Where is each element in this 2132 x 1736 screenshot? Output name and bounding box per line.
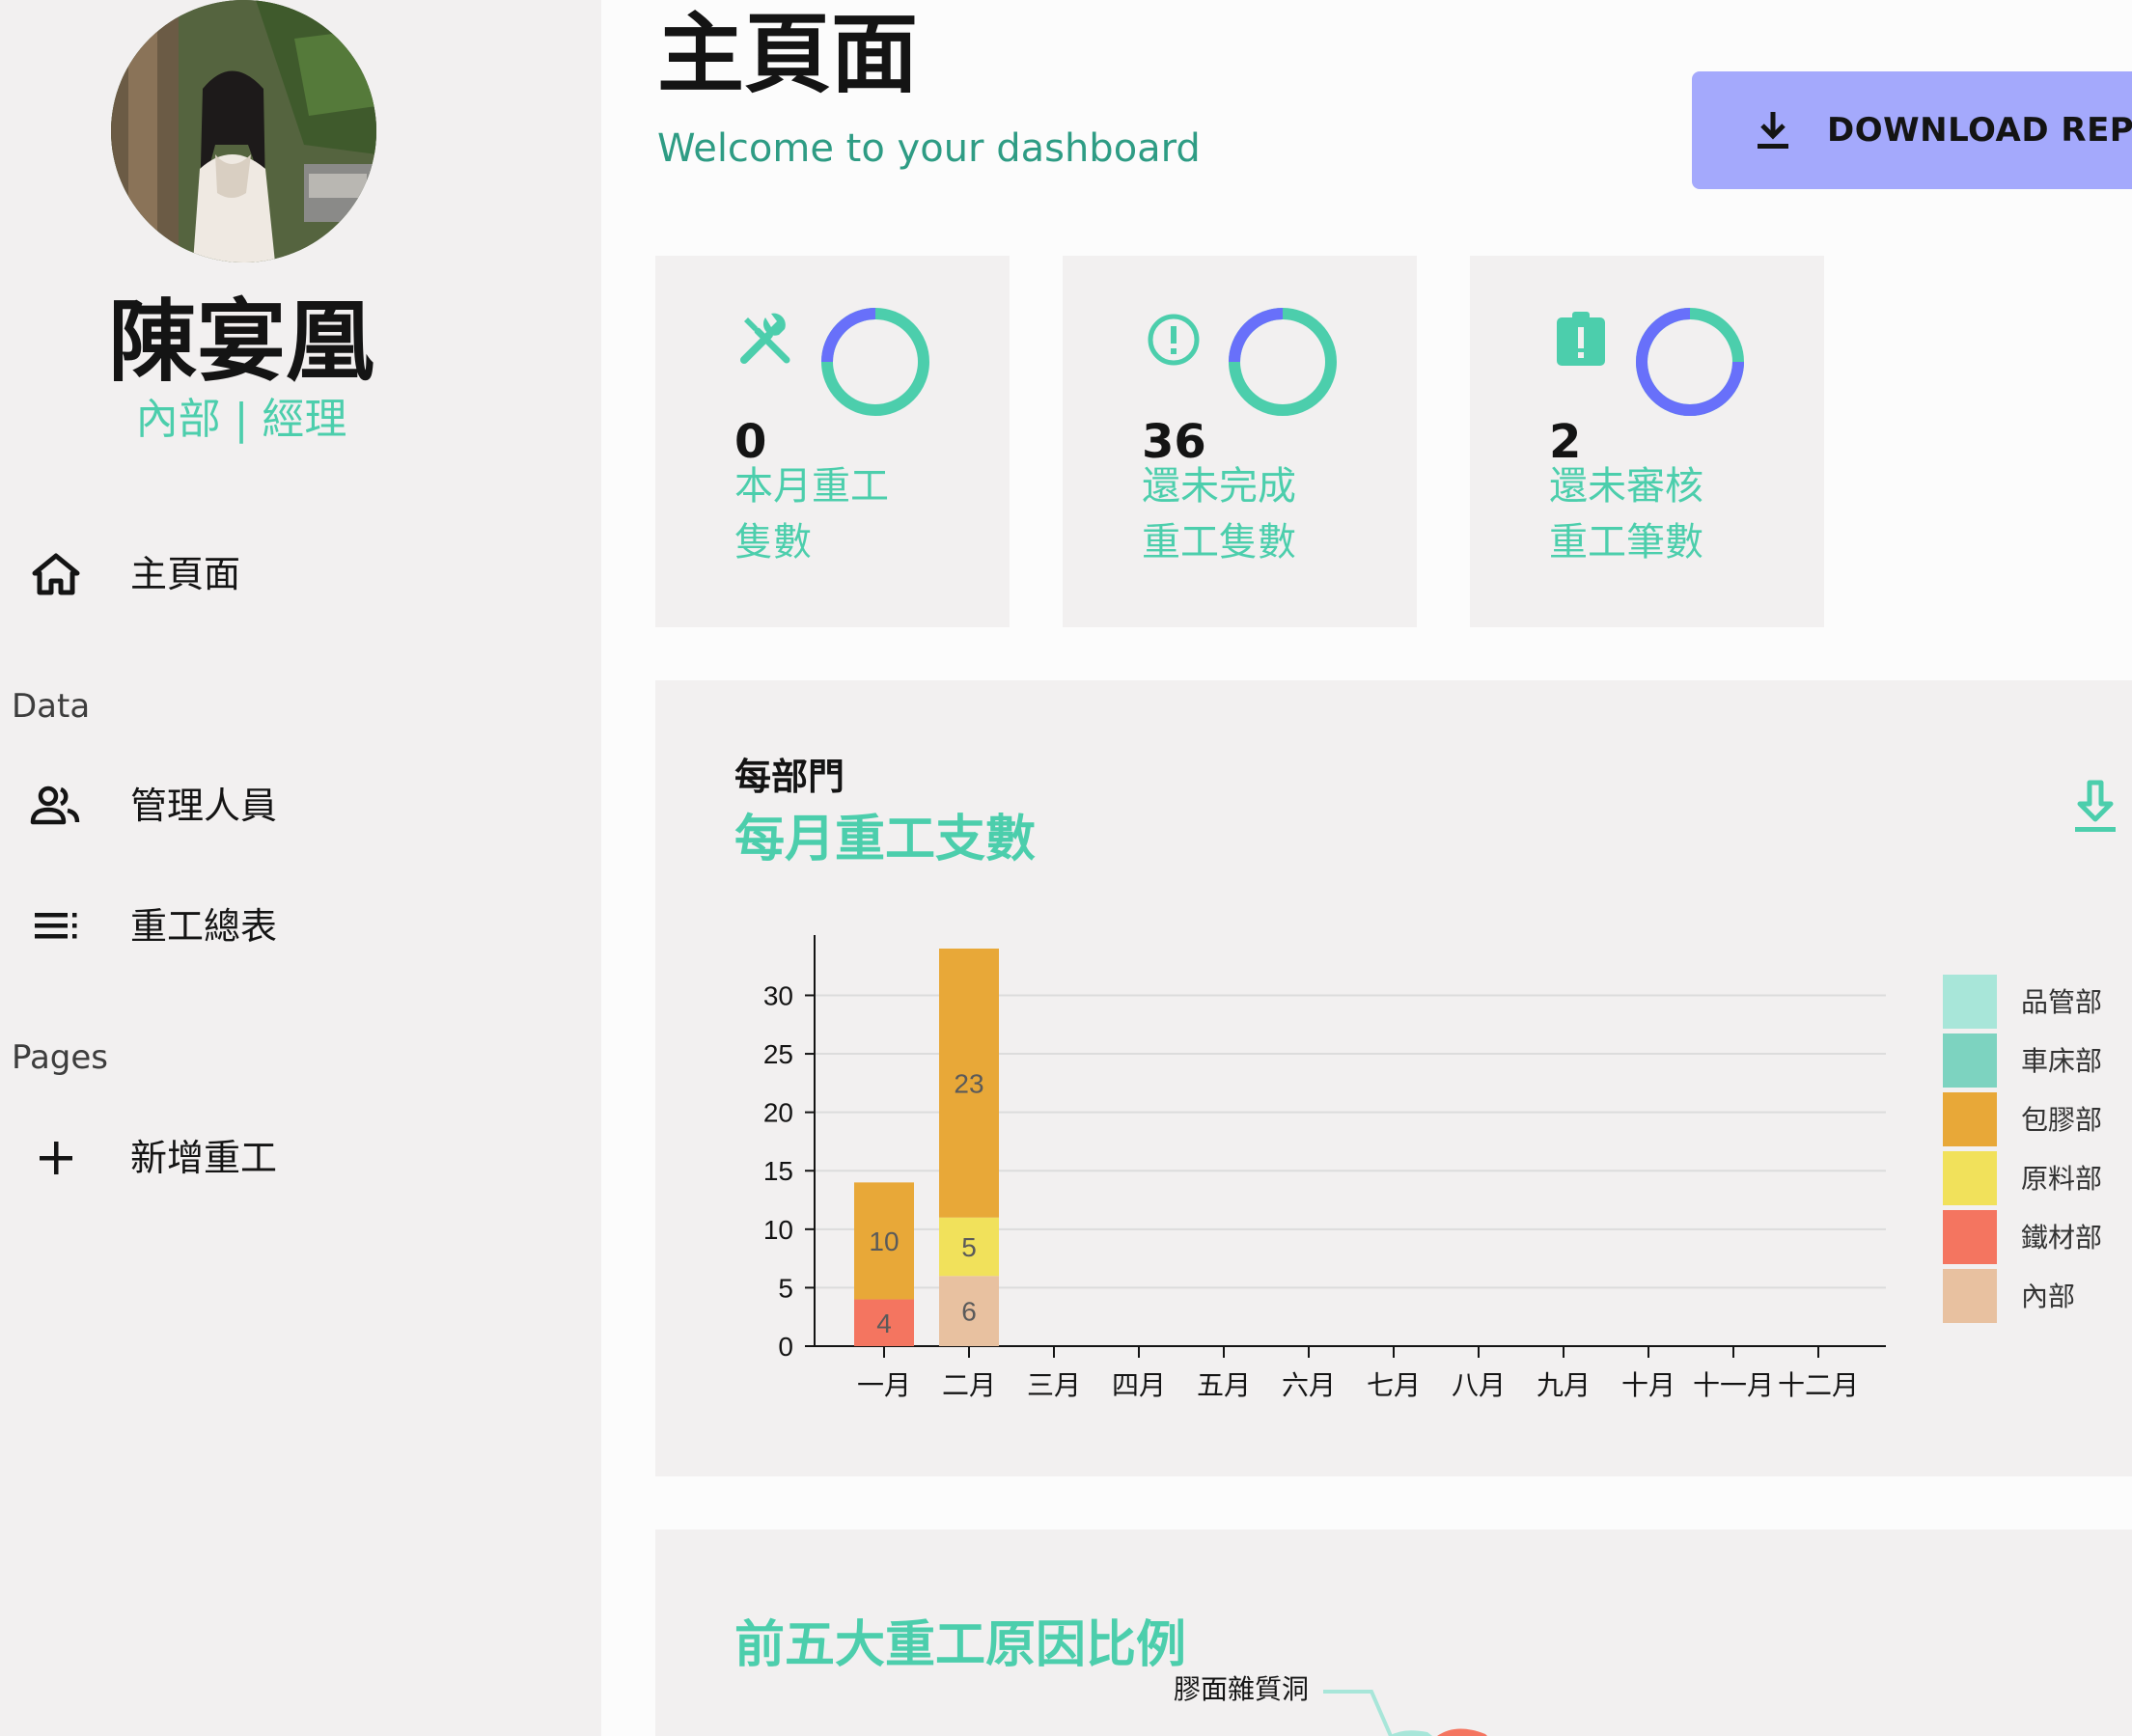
y-tick-label: 10 [763, 1215, 793, 1245]
nav-label-add-rework: 新增重工 [130, 1137, 278, 1179]
nav-item-rework-table[interactable]: 重工總表 [0, 883, 601, 970]
legend-label: 品管部 [2021, 987, 2102, 1017]
legend-label: 車床部 [2021, 1046, 2102, 1076]
x-tick-label: 四月 [1112, 1370, 1166, 1400]
x-tick-label: 二月 [942, 1370, 996, 1400]
y-tick-label: 25 [763, 1039, 793, 1069]
legend-label: 內部 [2021, 1281, 2075, 1311]
x-tick-label: 九月 [1537, 1370, 1591, 1400]
y-tick-label: 30 [763, 980, 793, 1010]
stat-card-unfinished-rework: 36 還未完成 重工隻數 [1063, 256, 1417, 627]
stat-label-line: 重工隻數 [1142, 520, 1296, 565]
pie-label-connector [1323, 1690, 1393, 1736]
home-icon [32, 553, 80, 595]
bar-value-label: 6 [961, 1297, 977, 1327]
list-icon [35, 913, 77, 939]
bar-chart-panel: 每部門 每月重工支數 0 5 10 15 20 25 30 一月 4 10 二月 6 5 23 三月 四月 五月… [655, 680, 2132, 1476]
bar-value-label: 23 [954, 1068, 983, 1098]
progress-ring [821, 308, 929, 416]
legend-label: 鐵材部 [2021, 1223, 2102, 1253]
pie-chart-panel: 前五大重工原因比例 膠面雜質洞 [655, 1529, 2132, 1736]
progress-ring [1229, 308, 1337, 416]
avatar-photo [111, 0, 376, 262]
nav-item-home[interactable]: 主頁面 [0, 531, 601, 618]
download-icon [1758, 112, 1788, 149]
stat-label: 還未完成 重工隻數 [1142, 458, 1393, 570]
x-tick-label: 六月 [1282, 1370, 1336, 1400]
alert-circle-icon [1148, 314, 1200, 366]
y-tick-label: 20 [763, 1098, 793, 1128]
plus-icon [40, 1142, 72, 1174]
legend-swatch [1943, 1151, 1997, 1205]
ring-progress-arc [1229, 308, 1284, 363]
user-name: 陳宴凰 [107, 290, 374, 394]
legend-swatch [1943, 1269, 1997, 1323]
stat-label-line: 還未完成 [1142, 464, 1296, 509]
x-tick-label: 十一月 [1693, 1370, 1774, 1400]
y-tick-label: 0 [778, 1332, 793, 1362]
sidebar: 陳宴凰 內部 | 經理 主頁面 Data 管理人員 重工總表 Pages 新增重… [0, 0, 601, 1736]
bar-value-label: 10 [869, 1226, 899, 1256]
stat-card-monthly-rework: 0 本月重工 隻數 [655, 256, 1010, 627]
clipboard-alert-icon [1557, 312, 1605, 366]
bar-value-label: 5 [961, 1232, 977, 1262]
stat-label-line: 本月重工 [734, 464, 889, 509]
nav-label-rework-table: 重工總表 [130, 905, 278, 948]
pie-chart: 膠面雜質洞 [1174, 1674, 1487, 1736]
x-tick-label: 十二月 [1778, 1370, 1859, 1400]
x-tick-label: 十月 [1621, 1370, 1675, 1400]
avatar [111, 0, 376, 262]
x-tick-label: 七月 [1367, 1370, 1421, 1400]
nav-label-manage-staff: 管理人員 [130, 785, 278, 827]
legend-label: 原料部 [2021, 1164, 2102, 1194]
legend-label: 包膠部 [2021, 1105, 2102, 1135]
x-tick-label: 八月 [1452, 1370, 1506, 1400]
progress-ring [1636, 308, 1744, 416]
tools-icon [740, 313, 790, 364]
x-tick-label: 三月 [1027, 1370, 1081, 1400]
ring-progress-arc [821, 308, 876, 363]
nav-item-manage-staff[interactable]: 管理人員 [0, 762, 601, 849]
bar-value-label: 4 [876, 1309, 892, 1338]
bar-chart: 051015202530一月410二月6523三月 四月 五月 六月 七月 八月 九月 十月十… [763, 935, 2102, 1400]
page-subtitle: Welcome to your dashboard [657, 126, 1201, 171]
y-tick-label: 15 [763, 1156, 793, 1186]
nav-section-data: Data [12, 687, 91, 726]
legend-swatch [1943, 1092, 1997, 1146]
legend-swatch [1943, 975, 1997, 1029]
people-icon [30, 785, 80, 825]
page-title: 主頁面 [657, 4, 918, 105]
nav-section-pages: Pages [12, 1038, 109, 1077]
y-tick-label: 5 [778, 1273, 793, 1303]
download-reports-label: DOWNLOAD REPORTS [1827, 111, 2132, 150]
stat-label-line: 還未審核 [1549, 464, 1703, 509]
stat-label-line: 隻數 [734, 520, 812, 565]
pie-slice-label: 膠面雜質洞 [1174, 1674, 1309, 1704]
pie-slice [1437, 1728, 1487, 1736]
nav-item-add-rework[interactable]: 新增重工 [0, 1115, 601, 1201]
stat-label: 還未審核 重工筆數 [1549, 458, 1800, 570]
user-role: 內部 | 經理 [135, 395, 347, 444]
legend-swatch [1943, 1210, 1997, 1264]
download-reports-button[interactable]: DOWNLOAD REPORTS [1692, 71, 2132, 189]
stat-label-line: 重工筆數 [1549, 520, 1703, 565]
stat-label: 本月重工 隻數 [734, 458, 985, 570]
pie-slice [1389, 1730, 1432, 1736]
stat-card-unreviewed-rework: 2 還未審核 重工筆數 [1470, 256, 1824, 627]
nav-label-home: 主頁面 [130, 553, 241, 595]
legend-swatch [1943, 1033, 1997, 1088]
x-tick-label: 一月 [857, 1370, 911, 1400]
x-tick-label: 五月 [1197, 1370, 1251, 1400]
